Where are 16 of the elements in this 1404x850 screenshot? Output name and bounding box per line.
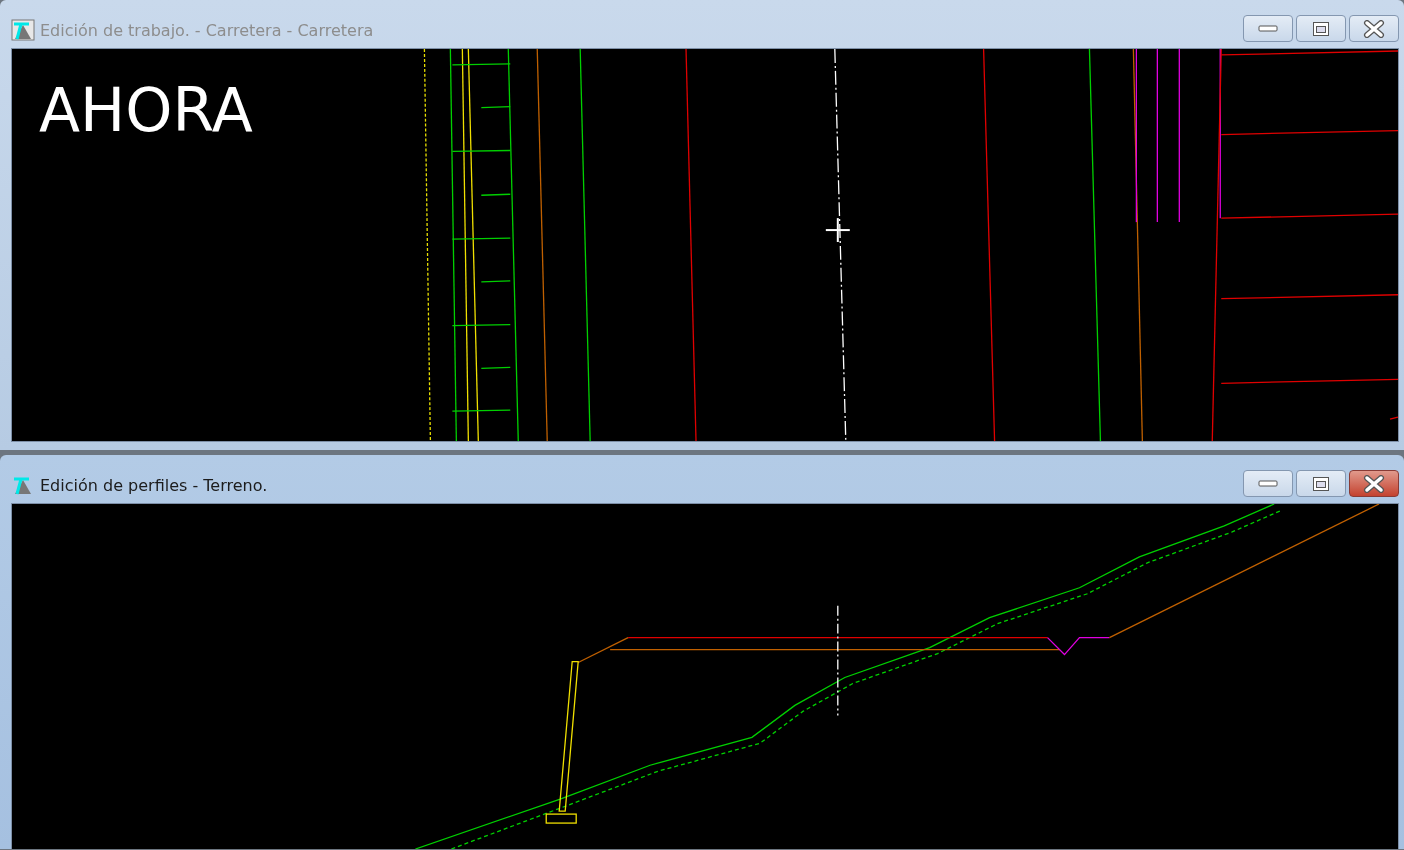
crosshair-cursor-icon	[824, 217, 851, 243]
minimize-icon	[1258, 24, 1278, 33]
maximize-button[interactable]	[1296, 470, 1346, 497]
drawing-canvas[interactable]: AHORA	[11, 48, 1399, 442]
window-title: Edición de trabajo. - Carretera - Carretera	[40, 20, 374, 40]
close-icon	[1363, 19, 1385, 38]
maximize-icon	[1312, 20, 1330, 37]
close-button[interactable]	[1349, 15, 1399, 42]
maximize-icon	[1312, 475, 1330, 492]
maximize-button[interactable]	[1296, 15, 1346, 42]
app-icon	[11, 19, 35, 41]
close-button[interactable]	[1349, 470, 1399, 497]
window-title: Edición de perfiles - Terreno.	[40, 475, 268, 495]
overlay-label: AHORA	[39, 75, 253, 145]
minimize-icon	[1258, 479, 1278, 488]
close-icon	[1363, 474, 1385, 493]
